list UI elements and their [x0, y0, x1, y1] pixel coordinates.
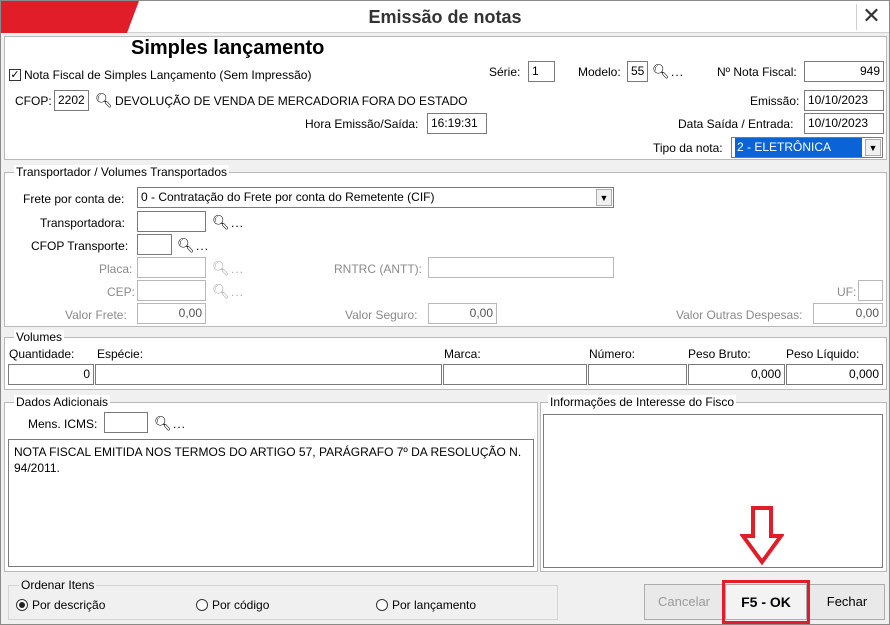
chevron-down-icon[interactable]: ▼ [596, 189, 612, 206]
transportadora-search-icon[interactable]: 🔍︎ [212, 215, 230, 229]
radio-por-lancamento-label[interactable]: Por lançamento [392, 598, 476, 613]
dados-adicionais-title: Dados Adicionais [14, 395, 111, 409]
uf-field[interactable] [858, 280, 883, 301]
placa-label: Placa: [99, 262, 133, 276]
valor-frete-label: Valor Frete: [65, 308, 127, 322]
marca-field[interactable] [443, 364, 587, 385]
cep-field[interactable] [137, 280, 206, 301]
transportadora-field[interactable] [137, 211, 206, 232]
emissao-field[interactable]: 10/10/2023 [804, 90, 884, 111]
transportadora-more-button[interactable]: ... [231, 216, 244, 230]
peso-liquido-field[interactable]: 0,000 [786, 364, 883, 385]
modelo-more-button[interactable]: ... [671, 65, 684, 79]
peso-bruto-field[interactable]: 0,000 [688, 364, 785, 385]
radio-por-descricao-label[interactable]: Por descrição [32, 598, 105, 613]
numero-nota-label: Nº Nota Fiscal: [717, 65, 797, 79]
simples-lancamento-checkbox[interactable]: ✓ [9, 69, 21, 81]
placa-field[interactable] [137, 257, 206, 278]
numero-label: Número: [589, 347, 636, 361]
page-title: Simples lançamento [131, 37, 325, 59]
mens-icms-search-icon[interactable]: 🔍︎ [154, 416, 172, 430]
cep-search-icon[interactable]: 🔍︎ [212, 284, 230, 298]
rntrc-field[interactable] [428, 257, 614, 278]
valor-frete-field[interactable]: 0,00 [137, 303, 206, 324]
data-saida-label: Data Saída / Entrada: [678, 117, 794, 131]
cep-more-button[interactable]: ... [231, 285, 244, 299]
especie-field[interactable] [95, 364, 442, 385]
cep-label: CEP: [107, 285, 136, 299]
radio-por-descricao[interactable] [16, 599, 28, 611]
title-bar: Emissão de notas ✕ [1, 1, 889, 33]
quantidade-label: Quantidade: [9, 347, 75, 361]
peso-liquido-label: Peso Líquido: [786, 347, 860, 361]
mens-icms-more-button[interactable]: ... [173, 417, 186, 431]
hora-emissao-field[interactable]: 16:19:31 [427, 113, 487, 134]
frete-value: 0 - Contratação do Frete por conta do Re… [141, 190, 435, 204]
radio-por-codigo[interactable] [196, 599, 208, 611]
simples-lancamento-label: Nota Fiscal de Simples Lançamento (Sem I… [24, 68, 312, 82]
tipo-nota-label: Tipo da nota: [653, 141, 723, 155]
mens-icms-field[interactable] [104, 412, 148, 433]
tipo-nota-select[interactable]: 2 - ELETRÔNICA ▼ [731, 137, 883, 158]
cfop-search-icon[interactable]: 🔍︎ [95, 93, 113, 107]
cfop-transporte-label: CFOP Transporte: [31, 239, 129, 253]
valor-outras-label: Valor Outras Despesas: [676, 308, 803, 322]
frete-select[interactable]: 0 - Contratação do Frete por conta do Re… [137, 187, 614, 208]
fisco-textarea[interactable] [543, 414, 883, 568]
modelo-label: Modelo: [578, 65, 621, 79]
especie-label: Espécie: [97, 347, 144, 361]
tipo-nota-value: 2 - ELETRÔNICA [735, 138, 862, 157]
fechar-button[interactable]: Fechar [809, 584, 885, 620]
ordenar-title: Ordenar Itens [19, 578, 97, 592]
cfop-field[interactable]: 2202 [54, 90, 89, 111]
fisco-title: Informações de Interesse do Fisco [548, 395, 737, 409]
red-arrow-icon [740, 506, 784, 566]
mens-icms-label: Mens. ICMS: [28, 417, 98, 431]
hora-emissao-label: Hora Emissão/Saída: [305, 117, 419, 131]
dados-adicionais-textarea[interactable]: NOTA FISCAL EMITIDA NOS TERMOS DO ARTIGO… [8, 439, 534, 567]
modelo-search-icon[interactable]: 🔍︎ [652, 64, 670, 78]
window-title: Emissão de notas [368, 7, 522, 27]
quantidade-field[interactable]: 0 [8, 364, 94, 385]
radio-por-lancamento[interactable] [376, 599, 388, 611]
marca-label: Marca: [444, 347, 481, 361]
frete-label: Frete por conta de: [23, 192, 125, 206]
chevron-down-icon[interactable]: ▼ [865, 139, 881, 156]
transporte-title: Transportador / Volumes Transportados [14, 165, 229, 179]
cfop-transporte-search-icon[interactable]: 🔍︎ [177, 238, 195, 252]
peso-bruto-label: Peso Bruto: [688, 347, 751, 361]
data-saida-field[interactable]: 10/10/2023 [804, 113, 884, 134]
volumes-title: Volumes [14, 330, 65, 344]
placa-more-button[interactable]: ... [231, 262, 244, 276]
cancel-button[interactable]: Cancelar [644, 584, 724, 620]
uf-label: UF: [837, 285, 857, 299]
placa-search-icon[interactable]: 🔍︎ [212, 261, 230, 275]
valor-outras-field[interactable]: 0,00 [813, 303, 883, 324]
numero-field[interactable] [588, 364, 687, 385]
serie-label: Série: [489, 65, 521, 79]
dialog-window: Emissão de notas ✕ Simples lançamento ✓ … [0, 0, 890, 625]
close-button[interactable]: ✕ [856, 4, 886, 30]
valor-seguro-label: Valor Seguro: [345, 308, 418, 322]
ok-highlight-frame [722, 580, 810, 624]
cfop-label: CFOP: [15, 94, 52, 108]
emissao-label: Emissão: [750, 94, 800, 108]
rntrc-label: RNTRC (ANTT): [334, 262, 422, 276]
cfop-description: DEVOLUÇÃO DE VENDA DE MERCADORIA FORA DO… [115, 94, 468, 108]
serie-field[interactable]: 1 [528, 61, 555, 82]
valor-seguro-field[interactable]: 0,00 [428, 303, 497, 324]
numero-nota-field[interactable]: 949 [804, 61, 884, 82]
cfop-transporte-more-button[interactable]: ... [196, 239, 209, 253]
radio-por-codigo-label[interactable]: Por código [212, 598, 269, 613]
transportadora-label: Transportadora: [40, 216, 125, 230]
modelo-field[interactable]: 55 [627, 61, 648, 82]
cfop-transporte-field[interactable] [137, 234, 172, 255]
